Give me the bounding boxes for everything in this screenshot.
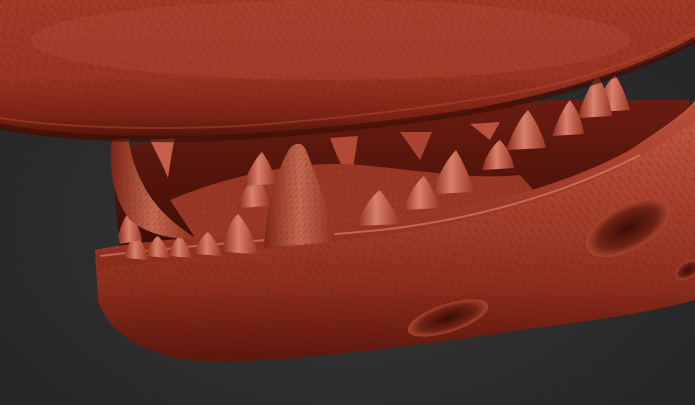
creature-jaw-render — [0, 0, 695, 362]
sculpt-viewport[interactable] — [0, 0, 695, 405]
